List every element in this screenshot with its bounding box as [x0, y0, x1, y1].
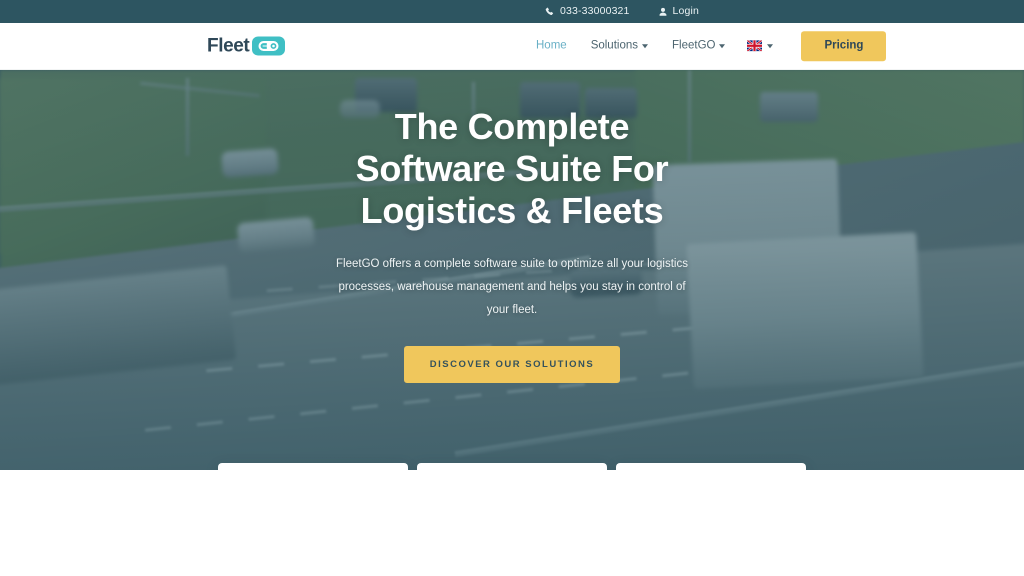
feature-cards: Transport From full-featured TMS softwar…	[0, 463, 1024, 470]
hero-title-line-3: Logistics & Fleets	[360, 189, 664, 231]
phone-number: 033-33000321	[560, 5, 630, 18]
chevron-down-icon	[642, 44, 648, 49]
hero-section: The Complete Software Suite For Logistic…	[0, 70, 1024, 470]
nav-item-fleetgo[interactable]: FleetGO	[660, 40, 737, 52]
hero-title-line-2: Software Suite For	[355, 147, 669, 189]
login-link[interactable]: Login	[658, 6, 699, 17]
user-icon	[658, 7, 668, 17]
hero-title-line-1: The Complete	[394, 106, 630, 147]
login-label: Login	[672, 5, 699, 18]
nav-item-home[interactable]: Home	[524, 40, 579, 52]
nav-item-home-label: Home	[536, 39, 567, 52]
chevron-down-icon	[719, 44, 726, 49]
main-navigation: Home Solutions FleetGO Pricing	[524, 31, 887, 61]
feature-card-warehousing[interactable]: Warehousing Extensive and flexible solut…	[616, 463, 806, 470]
logo-wordmark: Fleet	[207, 35, 250, 57]
top-utility-bar: 033-33000321 Login	[0, 0, 1024, 23]
hero-subtitle: FleetGO offers a complete software suite…	[336, 258, 688, 317]
pricing-button[interactable]: Pricing	[801, 31, 887, 61]
page-bottom-whitespace	[0, 470, 1024, 562]
site-header: Fleet Home Solutions FleetGO Pricing	[0, 23, 1024, 70]
phone-icon	[545, 7, 555, 17]
feature-card-fleet-management[interactable]: Fleet Management Smart tools to get real…	[417, 463, 607, 470]
logo-badge	[252, 36, 286, 56]
hero-title: The Complete Software Suite For Logistic…	[0, 106, 1024, 231]
language-selector[interactable]	[737, 40, 783, 52]
fleetgo-infinity-icon	[257, 40, 280, 53]
feature-card-transport[interactable]: Transport From full-featured TMS softwar…	[218, 463, 408, 470]
uk-flag-icon	[747, 40, 763, 52]
top-utility-bar-inner: 033-33000321 Login	[545, 6, 699, 17]
nav-item-solutions[interactable]: Solutions	[579, 40, 660, 52]
nav-item-solutions-label: Solutions	[590, 39, 638, 52]
chevron-down-icon	[767, 44, 774, 49]
phone-link[interactable]: 033-33000321	[545, 6, 630, 17]
nav-item-fleetgo-label: FleetGO	[672, 39, 716, 52]
site-logo[interactable]: Fleet	[207, 35, 286, 57]
discover-solutions-button[interactable]: DISCOVER OUR SOLUTIONS	[403, 346, 621, 384]
hero-content: The Complete Software Suite For Logistic…	[0, 70, 1024, 384]
